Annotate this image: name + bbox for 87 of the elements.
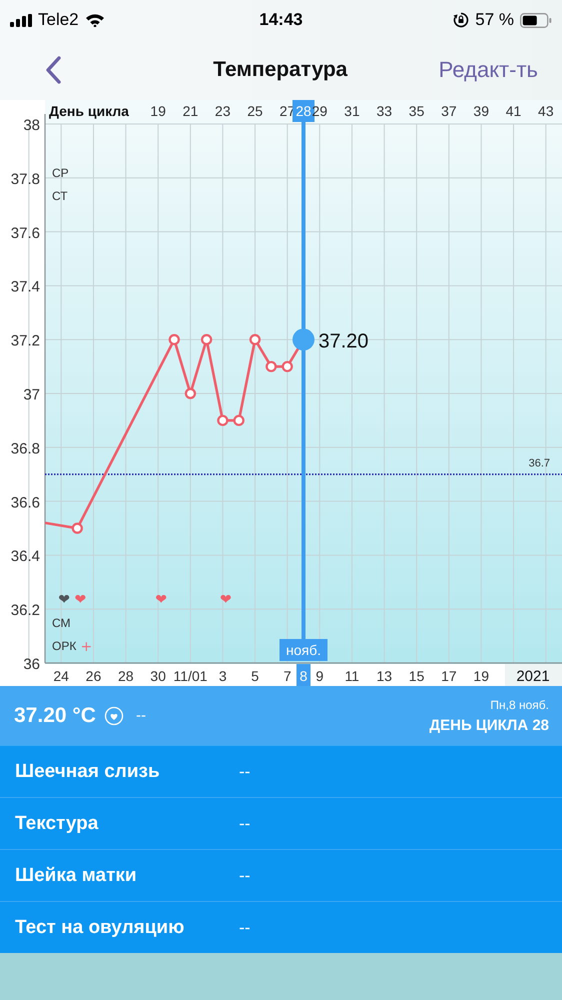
month-badge: нояб. (280, 639, 328, 661)
cycle-day-label: 41 (506, 103, 522, 119)
row-label: Шеечная слизь (15, 760, 161, 782)
date-label: 11 (344, 668, 360, 684)
row-value: -- (239, 814, 250, 834)
date-label: 26 (86, 668, 102, 684)
cycle-day-label: 23 (214, 103, 230, 119)
row-value: -- (239, 866, 250, 886)
cycle-day-label: 31 (344, 103, 360, 119)
row-label: СТ (52, 189, 68, 203)
plus-mark: + (80, 639, 92, 655)
date-label: 24 (53, 668, 69, 684)
axis-title: День цикла (49, 103, 129, 119)
row-label: Текстура (15, 812, 100, 834)
battery-icon (520, 12, 552, 28)
date-label: 5 (251, 668, 259, 684)
heart-mark: ❤ (74, 592, 86, 608)
wifi-icon (84, 13, 105, 27)
data-point[interactable] (184, 388, 196, 400)
axis-label: 36.2 (10, 602, 40, 620)
edit-button[interactable]: Редакт-ть (438, 57, 538, 83)
row-value: -- (239, 762, 250, 782)
data-point[interactable] (168, 334, 180, 346)
cycle-day-label: 39 (473, 103, 489, 119)
data-point[interactable] (282, 360, 293, 372)
data-point[interactable] (233, 414, 244, 426)
axis-label: 37.4 (10, 278, 40, 296)
cycle-day-label: 25 (247, 103, 263, 119)
detail-row[interactable]: Шеечная слизь -- (0, 745, 562, 797)
axis-label: 36 (23, 656, 40, 673)
data-point[interactable] (249, 334, 261, 346)
cycle-day-label: 43 (538, 103, 554, 119)
clock-time: 14:43 (259, 10, 303, 30)
heart-mark: ❤ (155, 592, 167, 608)
cycle-day-label: 33 (376, 103, 392, 119)
signal-icon (10, 14, 32, 26)
axis-label: 36.4 (10, 548, 40, 566)
axis-label: 37.8 (10, 170, 40, 188)
axis-label: 36.8 (10, 440, 40, 458)
year-badge: 2021 (505, 664, 562, 686)
row-label: СМ (52, 616, 71, 630)
date-label: 17 (441, 668, 457, 684)
date-label: 13 (376, 668, 392, 684)
data-point[interactable] (217, 414, 228, 426)
detail-row[interactable]: Шейка матки -- (0, 849, 562, 901)
cycle-day-label: 21 (182, 103, 198, 119)
cycle-day-label: 19 (150, 103, 166, 119)
selected-value: 37.20 (318, 330, 369, 353)
row-label: ОРК (52, 639, 76, 653)
data-point[interactable] (200, 334, 212, 346)
battery-percent: 57 % (475, 10, 514, 30)
axis-label: 37 (23, 386, 40, 404)
date-label: 28 (118, 668, 134, 684)
data-point[interactable] (72, 522, 83, 534)
date-label: 15 (408, 668, 424, 684)
date-badge: 8 (296, 664, 310, 686)
axis-label: 38 (23, 117, 40, 134)
note-value: -- (136, 707, 146, 724)
date-label: 9 (316, 668, 324, 684)
date-label: 3 (218, 668, 227, 684)
cycle-day-text: ДЕНЬ ЦИКЛА 28 (429, 716, 549, 734)
cycle-day-label: 28 (296, 103, 312, 119)
axis-label: 36.6 (10, 494, 40, 512)
temperature-value: 37.20 °C (14, 704, 96, 728)
date-label: 19 (473, 668, 489, 684)
page-title: Температура (213, 58, 348, 82)
date-label: 7 (283, 668, 292, 684)
axis-label: 37.6 (10, 224, 40, 242)
rotation-lock-icon (453, 12, 470, 28)
detail-row[interactable]: Текстура -- (0, 797, 562, 849)
axis-label: 37.2 (10, 332, 40, 350)
selected-point[interactable] (292, 328, 314, 351)
date-text: Пн,8 нояб. (490, 698, 549, 712)
row-label: Тест на овуляцию (15, 916, 186, 938)
row-value: -- (239, 918, 250, 938)
carrier-name: Tele2 (38, 10, 79, 30)
heart-mark: ❤ (58, 592, 70, 608)
cycle-day-label: 37 (441, 103, 457, 119)
data-point[interactable] (266, 360, 277, 372)
row-label: СР (52, 166, 69, 180)
cycle-day-label: 35 (408, 103, 424, 119)
heart-mark: ❤ (220, 592, 232, 608)
row-label: Шейка матки (15, 864, 138, 886)
reference-label: 36.7 (528, 457, 550, 470)
date-label: 11/01 (173, 668, 208, 684)
date-label: 30 (150, 668, 166, 684)
back-icon[interactable] (44, 55, 62, 85)
